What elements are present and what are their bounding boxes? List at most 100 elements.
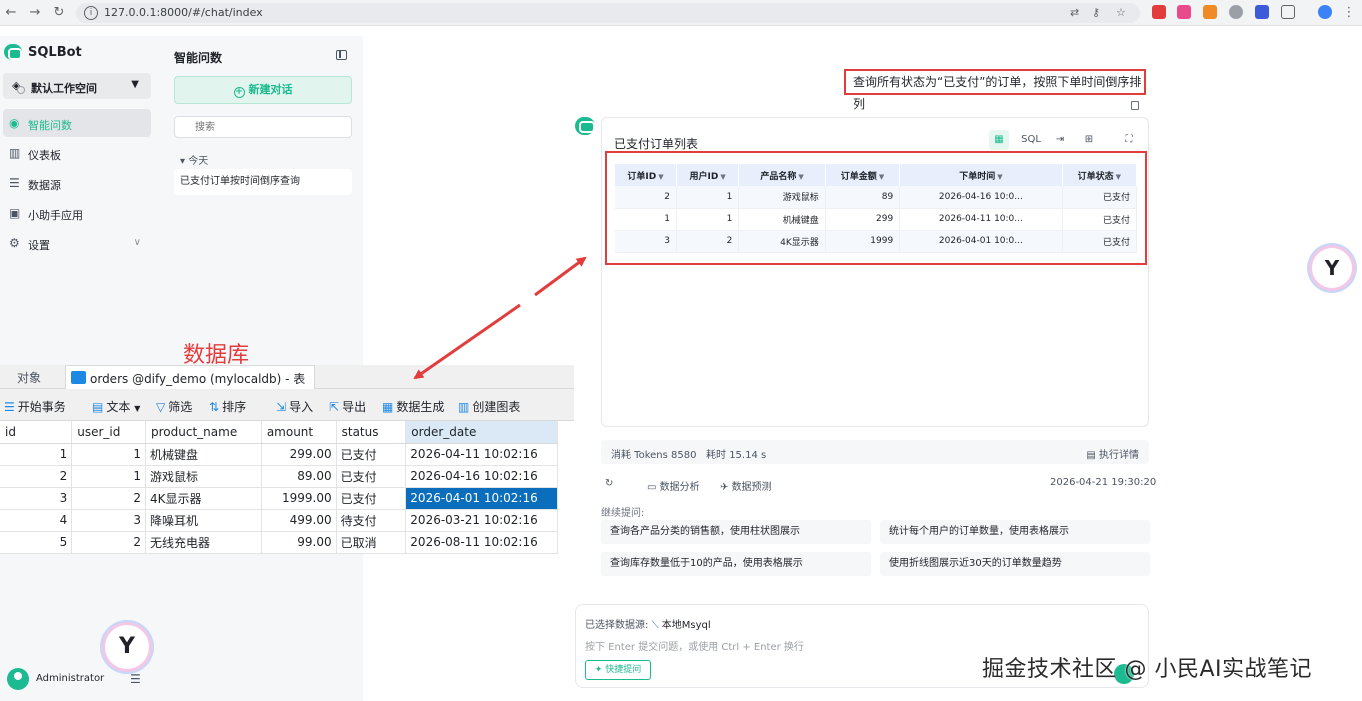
- fullscreen-icon[interactable]: ⛶: [1119, 130, 1139, 150]
- key-icon[interactable]: ⚷: [1092, 6, 1100, 19]
- result-column-header[interactable]: 下单时间 ▼: [899, 164, 1063, 186]
- new-chat-button[interactable]: + 新建对话: [174, 76, 352, 104]
- sql-view-icon[interactable]: SQL: [1021, 130, 1041, 150]
- table-row[interactable]: 1 1 机械键盘 299.00 已支付 2026-04-11 10:02:16: [0, 443, 558, 466]
- site-info-icon[interactable]: i: [84, 6, 98, 20]
- extension-icon-1[interactable]: [1152, 5, 1166, 19]
- db-cell[interactable]: 无线充电器: [145, 531, 262, 554]
- db-cell[interactable]: 89.00: [261, 465, 337, 488]
- selected-datasource[interactable]: 已选择数据源: ⟍ 本地Msyql: [585, 616, 711, 631]
- db-cell[interactable]: 2026-04-11 10:02:16: [405, 443, 558, 466]
- profile-avatar[interactable]: [1318, 5, 1332, 19]
- db-cell[interactable]: 99.00: [261, 531, 337, 554]
- add-to-dashboard-icon[interactable]: ⊞: [1079, 130, 1099, 150]
- history-item[interactable]: 已支付订单按时间倒序查询: [174, 169, 352, 195]
- filter-button[interactable]: ▽ 筛选: [156, 398, 192, 415]
- collapse-panel-icon[interactable]: [336, 50, 347, 60]
- db-column-header[interactable]: order_date: [405, 421, 558, 444]
- db-cell[interactable]: 2: [71, 487, 147, 510]
- table-row[interactable]: 3 2 4K显示器 1999.00 已支付 2026-04-01 10:02:16: [0, 487, 558, 510]
- sidebar-item-chat[interactable]: ◉ 智能问数: [3, 109, 151, 137]
- db-cell[interactable]: 1: [0, 443, 73, 466]
- table-row[interactable]: 5 2 无线充电器 99.00 已取消 2026-08-11 10:02:16: [0, 531, 558, 554]
- db-cell[interactable]: 5: [0, 531, 73, 554]
- db-cell[interactable]: 机械键盘: [145, 443, 262, 466]
- quick-question-button[interactable]: ✦ 快捷提问: [585, 660, 651, 680]
- db-cell[interactable]: 2026-04-16 10:02:16: [405, 465, 558, 488]
- db-cell[interactable]: 4: [0, 509, 73, 532]
- db-cell[interactable]: 2026-08-11 10:02:16: [405, 531, 558, 554]
- table-row[interactable]: 2 1 游戏鼠标 89.00 已支付 2026-04-16 10:02:16: [0, 465, 558, 488]
- db-column-header[interactable]: user_id: [71, 421, 147, 444]
- db-column-header[interactable]: product_name: [145, 421, 262, 444]
- create-chart-button[interactable]: ▥ 创建图表: [458, 398, 520, 415]
- db-cell[interactable]: 2026-03-21 10:02:16: [405, 509, 558, 532]
- suggestion-item[interactable]: 统计每个用户的订单数量，使用表格展示: [880, 520, 1150, 544]
- sidebar-item-datasource[interactable]: ☰ 数据源: [3, 169, 151, 197]
- db-column-header[interactable]: amount: [261, 421, 337, 444]
- db-cell[interactable]: 游戏鼠标: [145, 465, 262, 488]
- avatar[interactable]: [7, 668, 29, 690]
- result-column-header[interactable]: 订单ID ▼: [615, 164, 677, 186]
- result-column-header[interactable]: 订单状态 ▼: [1062, 164, 1138, 186]
- copy-icon[interactable]: [1131, 101, 1139, 110]
- table-view-icon[interactable]: ▦: [989, 130, 1009, 150]
- extension-icon-4[interactable]: [1229, 5, 1243, 19]
- db-cell[interactable]: 1: [71, 465, 147, 488]
- sidebar-item-dashboard[interactable]: ▥ 仪表板: [3, 139, 151, 167]
- db-cell[interactable]: 499.00: [261, 509, 337, 532]
- db-cell[interactable]: 2026-04-01 10:02:16: [405, 487, 558, 510]
- back-icon[interactable]: ←: [2, 4, 20, 22]
- db-column-header[interactable]: id: [0, 421, 73, 444]
- db-cell[interactable]: 4K显示器: [145, 487, 262, 510]
- sort-button[interactable]: ⇅ 排序: [209, 398, 246, 415]
- db-cell[interactable]: 已支付: [336, 487, 407, 510]
- sidebar-item-assistant[interactable]: ▣ 小助手应用: [3, 199, 151, 227]
- suggestion-item[interactable]: 使用折线图展示近30天的订单数量趋势: [880, 552, 1150, 576]
- table-row[interactable]: 4 3 降噪耳机 499.00 待支付 2026-03-21 10:02:16: [0, 509, 558, 532]
- address-bar[interactable]: i 127.0.0.1:8000/#/chat/index ⇄ ⚷ ☆: [76, 3, 1140, 23]
- workspace-select[interactable]: ◈ 默认工作空间 ▼: [3, 73, 151, 99]
- sidebar-item-settings[interactable]: ⚙ 设置 ∨: [3, 229, 151, 257]
- db-cell[interactable]: 1999.00: [261, 487, 337, 510]
- db-cell[interactable]: 3: [71, 509, 147, 532]
- bookmark-star-icon[interactable]: ☆: [1116, 6, 1126, 19]
- db-cell[interactable]: 1: [71, 443, 147, 466]
- db-cell[interactable]: 2: [71, 531, 147, 554]
- data-generation-button[interactable]: ▦ 数据生成: [382, 398, 444, 415]
- db-cell[interactable]: 降噪耳机: [145, 509, 262, 532]
- extension-icon-5[interactable]: [1255, 5, 1269, 19]
- reload-icon[interactable]: ↻: [50, 4, 68, 22]
- begin-transaction-button[interactable]: ☰ 开始事务: [4, 398, 66, 415]
- browser-menu-icon[interactable]: ⋮: [1340, 4, 1358, 22]
- forward-icon[interactable]: →: [26, 4, 44, 22]
- menu-fold-icon[interactable]: ☰: [130, 672, 141, 686]
- db-cell[interactable]: 2: [0, 465, 73, 488]
- floating-assistant-logo-icon[interactable]: Y: [1312, 248, 1352, 288]
- text-button[interactable]: ▤ 文本 ▼: [92, 398, 140, 415]
- suggestion-item[interactable]: 查询库存数量低于10的产品，使用表格展示: [601, 552, 871, 576]
- db-cell[interactable]: 待支付: [336, 509, 407, 532]
- floating-assistant-logo-icon[interactable]: Y: [105, 625, 149, 669]
- translate-icon[interactable]: ⇄: [1070, 6, 1079, 19]
- execution-detail-link[interactable]: ▤ 执行详情: [1086, 446, 1139, 461]
- db-cell[interactable]: 已支付: [336, 465, 407, 488]
- extension-icon-2[interactable]: [1177, 5, 1191, 19]
- tab-objects[interactable]: 对象: [17, 369, 41, 386]
- history-search-input[interactable]: [174, 116, 352, 138]
- result-column-header[interactable]: 用户ID ▼: [676, 164, 740, 186]
- suggestion-item[interactable]: 查询各产品分类的销售额，使用柱状图展示: [601, 520, 871, 544]
- result-column-header[interactable]: 产品名称 ▼: [738, 164, 826, 186]
- extensions-puzzle-icon[interactable]: [1281, 5, 1295, 19]
- db-cell[interactable]: 已取消: [336, 531, 407, 554]
- db-column-header[interactable]: status: [336, 421, 407, 444]
- history-group-today[interactable]: ▾ 今天: [180, 152, 208, 167]
- db-cell[interactable]: 已支付: [336, 443, 407, 466]
- extension-icon-3[interactable]: [1203, 5, 1217, 19]
- db-cell[interactable]: 3: [0, 487, 73, 510]
- regenerate-icon[interactable]: ↻: [605, 478, 613, 489]
- result-column-header[interactable]: 订单金额 ▼: [825, 164, 901, 186]
- db-cell[interactable]: 299.00: [261, 443, 337, 466]
- data-analysis-button[interactable]: ▭ 数据分析: [647, 478, 700, 493]
- export-icon[interactable]: ⇥: [1050, 130, 1070, 150]
